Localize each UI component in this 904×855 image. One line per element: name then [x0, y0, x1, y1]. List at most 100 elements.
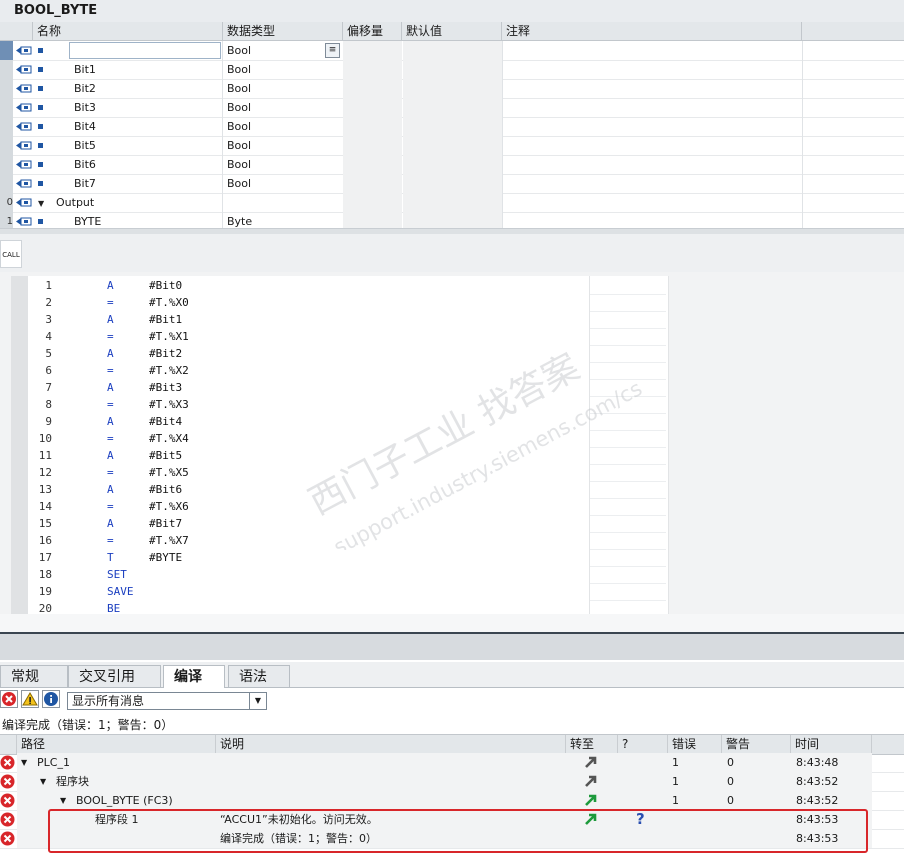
- row-gutter[interactable]: 0: [0, 193, 13, 212]
- variable-name[interactable]: Bit7: [74, 174, 96, 193]
- expand-arrow-icon[interactable]: ▼: [38, 199, 44, 208]
- instruction: A: [107, 347, 114, 360]
- input-pin-icon: [16, 122, 32, 131]
- call-button[interactable]: CALL: [0, 240, 22, 268]
- code-line[interactable]: 1 A #Bit0: [28, 277, 589, 294]
- variable-type[interactable]: Bool: [227, 41, 251, 60]
- message-row[interactable]: ▼ 程序块 1 0 8:43:52: [0, 772, 904, 792]
- header-spacer: [0, 22, 33, 40]
- variable-type[interactable]: Bool: [227, 98, 251, 117]
- grid-line: [502, 41, 503, 60]
- goto-arrow-icon[interactable]: [584, 774, 598, 788]
- line-number: 7: [45, 381, 52, 394]
- code-line[interactable]: 18 SET: [28, 566, 589, 583]
- code-line[interactable]: 19 SAVE: [28, 583, 589, 600]
- code-line[interactable]: 5 A #Bit2: [28, 345, 589, 362]
- row-gutter[interactable]: [0, 117, 13, 136]
- row-gutter[interactable]: [0, 41, 13, 60]
- variable-name[interactable]: BYTE: [74, 212, 101, 228]
- code-line[interactable]: 17 T #BYTE: [28, 549, 589, 566]
- code-line[interactable]: 7 A #Bit3: [28, 379, 589, 396]
- col-name[interactable]: 名称: [33, 22, 223, 40]
- tab-general-label: 常规: [11, 669, 39, 685]
- col-errors[interactable]: 错误: [668, 735, 722, 754]
- code-line[interactable]: 3 A #Bit1: [28, 311, 589, 328]
- col-path[interactable]: 路径: [17, 735, 216, 754]
- col-help[interactable]: ?: [618, 735, 668, 754]
- variable-name[interactable]: Bit1: [74, 60, 96, 79]
- code-line[interactable]: 4 = #T.%X1: [28, 328, 589, 345]
- variable-type[interactable]: Bool: [227, 79, 251, 98]
- col-comment[interactable]: 注释: [502, 22, 802, 40]
- variable-type[interactable]: Bool: [227, 155, 251, 174]
- code-line[interactable]: 15 A #Bit7: [28, 515, 589, 532]
- message-row[interactable]: ▼ BOOL_BYTE (FC3) 1 0 8:43:52: [0, 791, 904, 811]
- instruction: SET: [107, 568, 127, 581]
- expand-arrow-icon[interactable]: ▼: [40, 772, 46, 791]
- interface-row[interactable]: Bit1 Bool: [0, 60, 904, 80]
- interface-row[interactable]: Bit4 Bool: [0, 117, 904, 137]
- col-goto[interactable]: 转至: [566, 735, 618, 754]
- interface-row[interactable]: Bit5 Bool: [0, 136, 904, 156]
- info-filter-button[interactable]: [42, 690, 60, 708]
- code-line[interactable]: 2 = #T.%X0: [28, 294, 589, 311]
- message-row[interactable]: ▼ PLC_1 1 0 8:43:48: [0, 753, 904, 773]
- variable-name[interactable]: Bit4: [74, 117, 96, 136]
- variable-name[interactable]: Bit2: [74, 79, 96, 98]
- interface-row[interactable]: Bit6 Bool: [0, 155, 904, 175]
- type-picker-button[interactable]: ≡: [325, 43, 340, 58]
- row-gutter[interactable]: [0, 174, 13, 193]
- variable-type[interactable]: Bool: [227, 117, 251, 136]
- variable-name[interactable]: Bit6: [74, 155, 96, 174]
- code-line[interactable]: 11 A #Bit5: [28, 447, 589, 464]
- col-time[interactable]: 时间: [791, 735, 872, 754]
- message-filter-select[interactable]: 显示所有消息 ▼: [67, 692, 267, 710]
- code-line[interactable]: 13 A #Bit6: [28, 481, 589, 498]
- col-offset[interactable]: 偏移量: [343, 22, 402, 40]
- row-gutter[interactable]: [0, 98, 13, 117]
- interface-row[interactable]: Bit3 Bool: [0, 98, 904, 118]
- interface-row[interactable]: Bit2 Bool: [0, 79, 904, 99]
- variable-name[interactable]: Bit3: [74, 98, 96, 117]
- error-filter-button[interactable]: [0, 690, 18, 708]
- variable-type[interactable]: Bool: [227, 136, 251, 155]
- expand-arrow-icon[interactable]: ▼: [60, 791, 66, 810]
- goto-arrow-icon[interactable]: [584, 793, 598, 807]
- col-default[interactable]: 默认值: [402, 22, 502, 40]
- tab-compile[interactable]: 编译: [163, 665, 225, 688]
- code-line[interactable]: 10 = #T.%X4: [28, 430, 589, 447]
- expand-arrow-icon[interactable]: ▼: [21, 753, 27, 772]
- tab-cross-reference[interactable]: 交叉引用: [68, 665, 161, 687]
- name-edit-field[interactable]: [69, 42, 221, 59]
- variable-type[interactable]: Bool: [227, 60, 251, 79]
- line-number: 15: [38, 517, 52, 530]
- variable-type[interactable]: Byte: [227, 212, 252, 228]
- input-pin-icon: [16, 65, 32, 74]
- code-line[interactable]: 9 A #Bit4: [28, 413, 589, 430]
- code-line[interactable]: 12 = #T.%X5: [28, 464, 589, 481]
- variable-name[interactable]: Bit5: [74, 136, 96, 155]
- line-number: 11: [38, 449, 52, 462]
- interface-section-row[interactable]: 0 ▼ Output: [0, 193, 904, 213]
- row-gutter[interactable]: [0, 155, 13, 174]
- col-warnings[interactable]: 警告: [722, 735, 791, 754]
- interface-row[interactable]: Bit7 Bool: [0, 174, 904, 194]
- code-line[interactable]: 16 = #T.%X7: [28, 532, 589, 549]
- row-gutter[interactable]: [0, 136, 13, 155]
- code-line[interactable]: 6 = #T.%X2: [28, 362, 589, 379]
- goto-arrow-icon[interactable]: [584, 755, 598, 769]
- row-gutter[interactable]: 1: [0, 212, 13, 228]
- warning-filter-button[interactable]: [21, 690, 39, 708]
- variable-type[interactable]: Bool: [227, 174, 251, 193]
- interface-row[interactable]: 1 BYTE Byte: [0, 212, 904, 228]
- row-gutter[interactable]: [0, 60, 13, 79]
- code-line[interactable]: 8 = #T.%X3: [28, 396, 589, 413]
- variable-name[interactable]: Output: [56, 193, 94, 212]
- col-description[interactable]: 说明: [216, 735, 566, 754]
- col-datatype[interactable]: 数据类型: [223, 22, 343, 40]
- tab-syntax[interactable]: 语法: [228, 665, 290, 687]
- row-background: [17, 772, 872, 791]
- code-line[interactable]: 14 = #T.%X6: [28, 498, 589, 515]
- row-gutter[interactable]: [0, 79, 13, 98]
- tab-general[interactable]: 常规 i: [0, 665, 68, 707]
